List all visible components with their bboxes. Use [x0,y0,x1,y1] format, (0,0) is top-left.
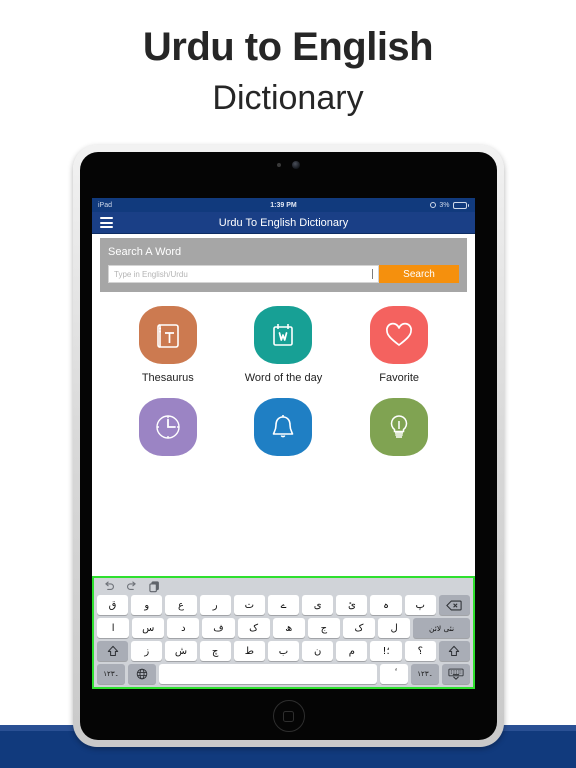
key[interactable]: چ [199,641,231,661]
page-root: Urdu to English Dictionary iPad 1:39 PM … [0,0,576,768]
key[interactable]: س [132,618,165,638]
search-placeholder: Type in English/Urdu [114,269,188,279]
key[interactable]: م [336,641,368,661]
key[interactable]: ب [267,641,300,661]
clock-icon [138,398,197,456]
ipad-bezel: iPad 1:39 PM 3% Urdu To English Dictiona… [80,152,497,740]
backspace-icon[interactable] [438,595,471,615]
tile-label: Thesaurus [141,372,194,384]
key[interactable]: ہ [370,595,402,615]
keyboard-row-1: ق و ع ر ت ے ی ئ ہ پ [96,595,471,615]
key[interactable]: ف [202,618,235,638]
status-bar: iPad 1:39 PM 3% [92,198,475,212]
key[interactable]: ر [199,595,231,615]
tile-history[interactable] [110,398,226,464]
title-line-1: Urdu to English [142,25,434,69]
bell-icon [254,398,313,456]
ambient-sensor-icon [277,163,281,167]
search-panel-title: Search A Word [108,246,182,258]
redo-icon[interactable] [126,581,138,592]
search-button[interactable]: Search [379,265,459,283]
numbers-key-left[interactable]: ۱۲۳۔ [97,664,125,684]
undo-icon[interactable] [103,581,115,592]
shift-icon[interactable] [96,641,129,661]
key[interactable]: د [167,618,200,638]
tile-favorite[interactable]: Favorite [341,306,457,384]
tile-word-of-the-day[interactable]: Word of the day [226,306,342,384]
key[interactable]: ش [165,641,197,661]
shift-icon[interactable] [438,641,471,661]
front-camera-icon [292,161,300,169]
ipad-screen: iPad 1:39 PM 3% Urdu To English Dictiona… [92,198,475,689]
numbers-key-right[interactable]: ۱۲۳۔ [411,664,439,684]
key[interactable]: !؛ [370,641,402,661]
keyboard-dismiss-icon[interactable] [442,664,470,684]
app-title: Urdu To English Dictionary [218,216,349,229]
tile-thesaurus[interactable]: Thesaurus [110,306,226,384]
keyboard-row-2: ا س د ف ک ھ ج ک ل نئی لائن [97,618,470,638]
battery-icon [452,201,469,209]
key[interactable]: ج [307,618,340,638]
key[interactable]: ی [302,595,334,615]
tile-reminder[interactable] [226,398,342,464]
keyboard-row-4: ۱۲۳۔ ٔ [97,664,470,684]
key[interactable]: ک [342,618,376,638]
app-nav-bar: Urdu To English Dictionary [92,212,475,234]
key[interactable]: ل [378,618,411,638]
key[interactable]: ز [131,641,163,661]
key[interactable]: ئ [336,595,368,615]
title-line-2: Dictionary [212,79,364,117]
key[interactable]: ک [237,618,270,638]
location-icon [430,202,437,208]
tile-label: Word of the day [244,372,323,384]
copy-icon[interactable] [149,580,160,593]
space-key[interactable] [159,664,377,684]
battery-cap [467,203,469,207]
globe-icon[interactable] [128,664,156,684]
keyboard-row-3: ز ش چ ط ب ن م !؛ ؟ [96,641,471,661]
key[interactable]: ع [165,595,197,615]
keyboard-toolbar [94,578,473,595]
key[interactable]: ؟ [404,641,436,661]
diacritic-key[interactable]: ٔ [380,664,408,684]
status-right-cluster: 3% [430,201,469,209]
key[interactable]: ت [233,595,265,615]
search-panel: Search A Word Type in English/Urdu Searc… [100,238,467,292]
feature-grid: Thesaurus Word of the day Favorite [92,292,475,478]
heart-icon [370,306,429,364]
ipad-device-frame: iPad 1:39 PM 3% Urdu To English Dictiona… [73,145,504,747]
home-button-square [283,710,294,722]
tile-tips[interactable] [341,398,457,464]
urdu-keyboard: ق و ع ر ت ے ی ئ ہ پ ا س د ف ک ھ ج ک ل نئ… [92,576,475,689]
new-line-key[interactable]: نئی لائن [413,618,470,638]
tile-label: Favorite [379,372,420,384]
device-sensors [80,161,497,169]
calendar-w-icon [254,306,313,364]
key[interactable]: ق [96,595,129,615]
search-row: Type in English/Urdu Search [108,265,459,283]
bulb-icon [370,398,429,456]
keyboard-rows: ق و ع ر ت ے ی ئ ہ پ ا س د ف ک ھ ج ک ل نئ… [94,595,473,684]
key[interactable]: ھ [272,618,305,638]
battery-percent: 3% [439,201,450,209]
key[interactable]: ن [302,641,334,661]
key[interactable]: و [131,595,163,615]
hamburger-menu-icon[interactable] [100,217,113,228]
page-title: Urdu to English Dictionary [0,22,576,122]
key[interactable]: ے [267,595,300,615]
book-icon [138,306,197,364]
key[interactable]: پ [404,595,436,615]
text-caret [372,269,373,279]
home-button[interactable] [272,700,305,732]
search-input[interactable]: Type in English/Urdu [108,265,379,283]
key[interactable]: ط [233,641,265,661]
status-time: 1:39 PM [270,201,297,209]
battery-body [452,201,467,209]
key[interactable]: ا [97,618,130,638]
